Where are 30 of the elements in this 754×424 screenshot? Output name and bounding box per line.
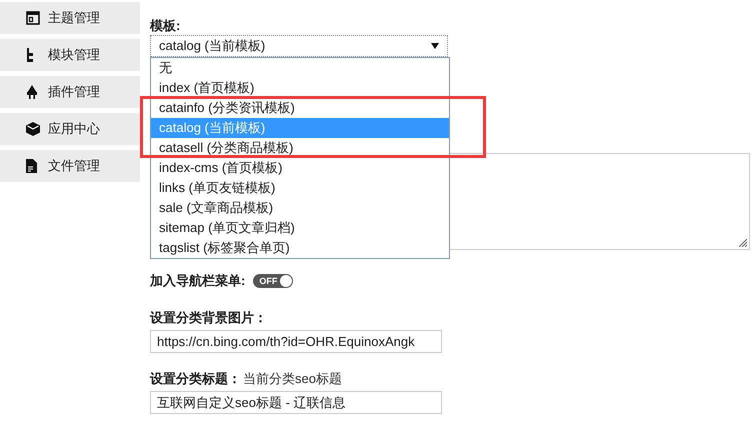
sidebar-item[interactable]: 插件管理	[0, 76, 140, 108]
dropdown-option[interactable]: index (首页模板)	[151, 78, 449, 98]
sidebar-item[interactable]: 主题管理	[0, 2, 140, 34]
sidebar-item[interactable]: 模块管理	[0, 39, 140, 71]
input-field[interactable]: 互联网自定义seo标题 - 辽联信息	[150, 391, 442, 414]
plug-icon	[26, 85, 38, 99]
sidebar-item[interactable]: 应用中心	[0, 113, 140, 145]
sidebar-item[interactable]: 文件管理	[0, 150, 140, 182]
hint-text: 当前分类seo标题	[243, 370, 342, 388]
dropdown-option[interactable]: catasell (分类商品模板)	[151, 138, 449, 158]
dropdown-option[interactable]: sale (文章商品模板)	[151, 198, 449, 218]
dropdown-option[interactable]: sitemap (单页文章归档)	[151, 218, 449, 238]
template-select[interactable]: catalog (当前模板)	[150, 35, 448, 57]
layout-icon	[26, 11, 40, 25]
field-label: 模板:	[150, 17, 182, 35]
dropdown-option[interactable]: catainfo (分类资讯模板)	[151, 98, 449, 118]
dropdown-option[interactable]: 无	[151, 58, 449, 78]
dropdown-option[interactable]: index-cms (首页模板)	[151, 158, 449, 178]
resize-grip-icon	[739, 239, 747, 247]
field-label: 加入导航栏菜单:	[150, 272, 246, 290]
input-field[interactable]: https://cn.bing.com/th?id=OHR.EquinoxAngk	[150, 330, 442, 353]
dropdown-option[interactable]: tagslist (标签聚合单页)	[151, 238, 449, 258]
document-icon	[26, 159, 37, 173]
toggle-switch[interactable]: OFF	[253, 274, 294, 288]
tree-icon	[26, 48, 34, 62]
caret-icon	[431, 43, 439, 49]
dropdown-option[interactable]: links (单页友链模板)	[151, 178, 449, 198]
field-label: 设置分类背景图片：	[150, 309, 268, 327]
cube-icon	[26, 122, 40, 136]
field-label: 设置分类标题：	[150, 370, 241, 388]
